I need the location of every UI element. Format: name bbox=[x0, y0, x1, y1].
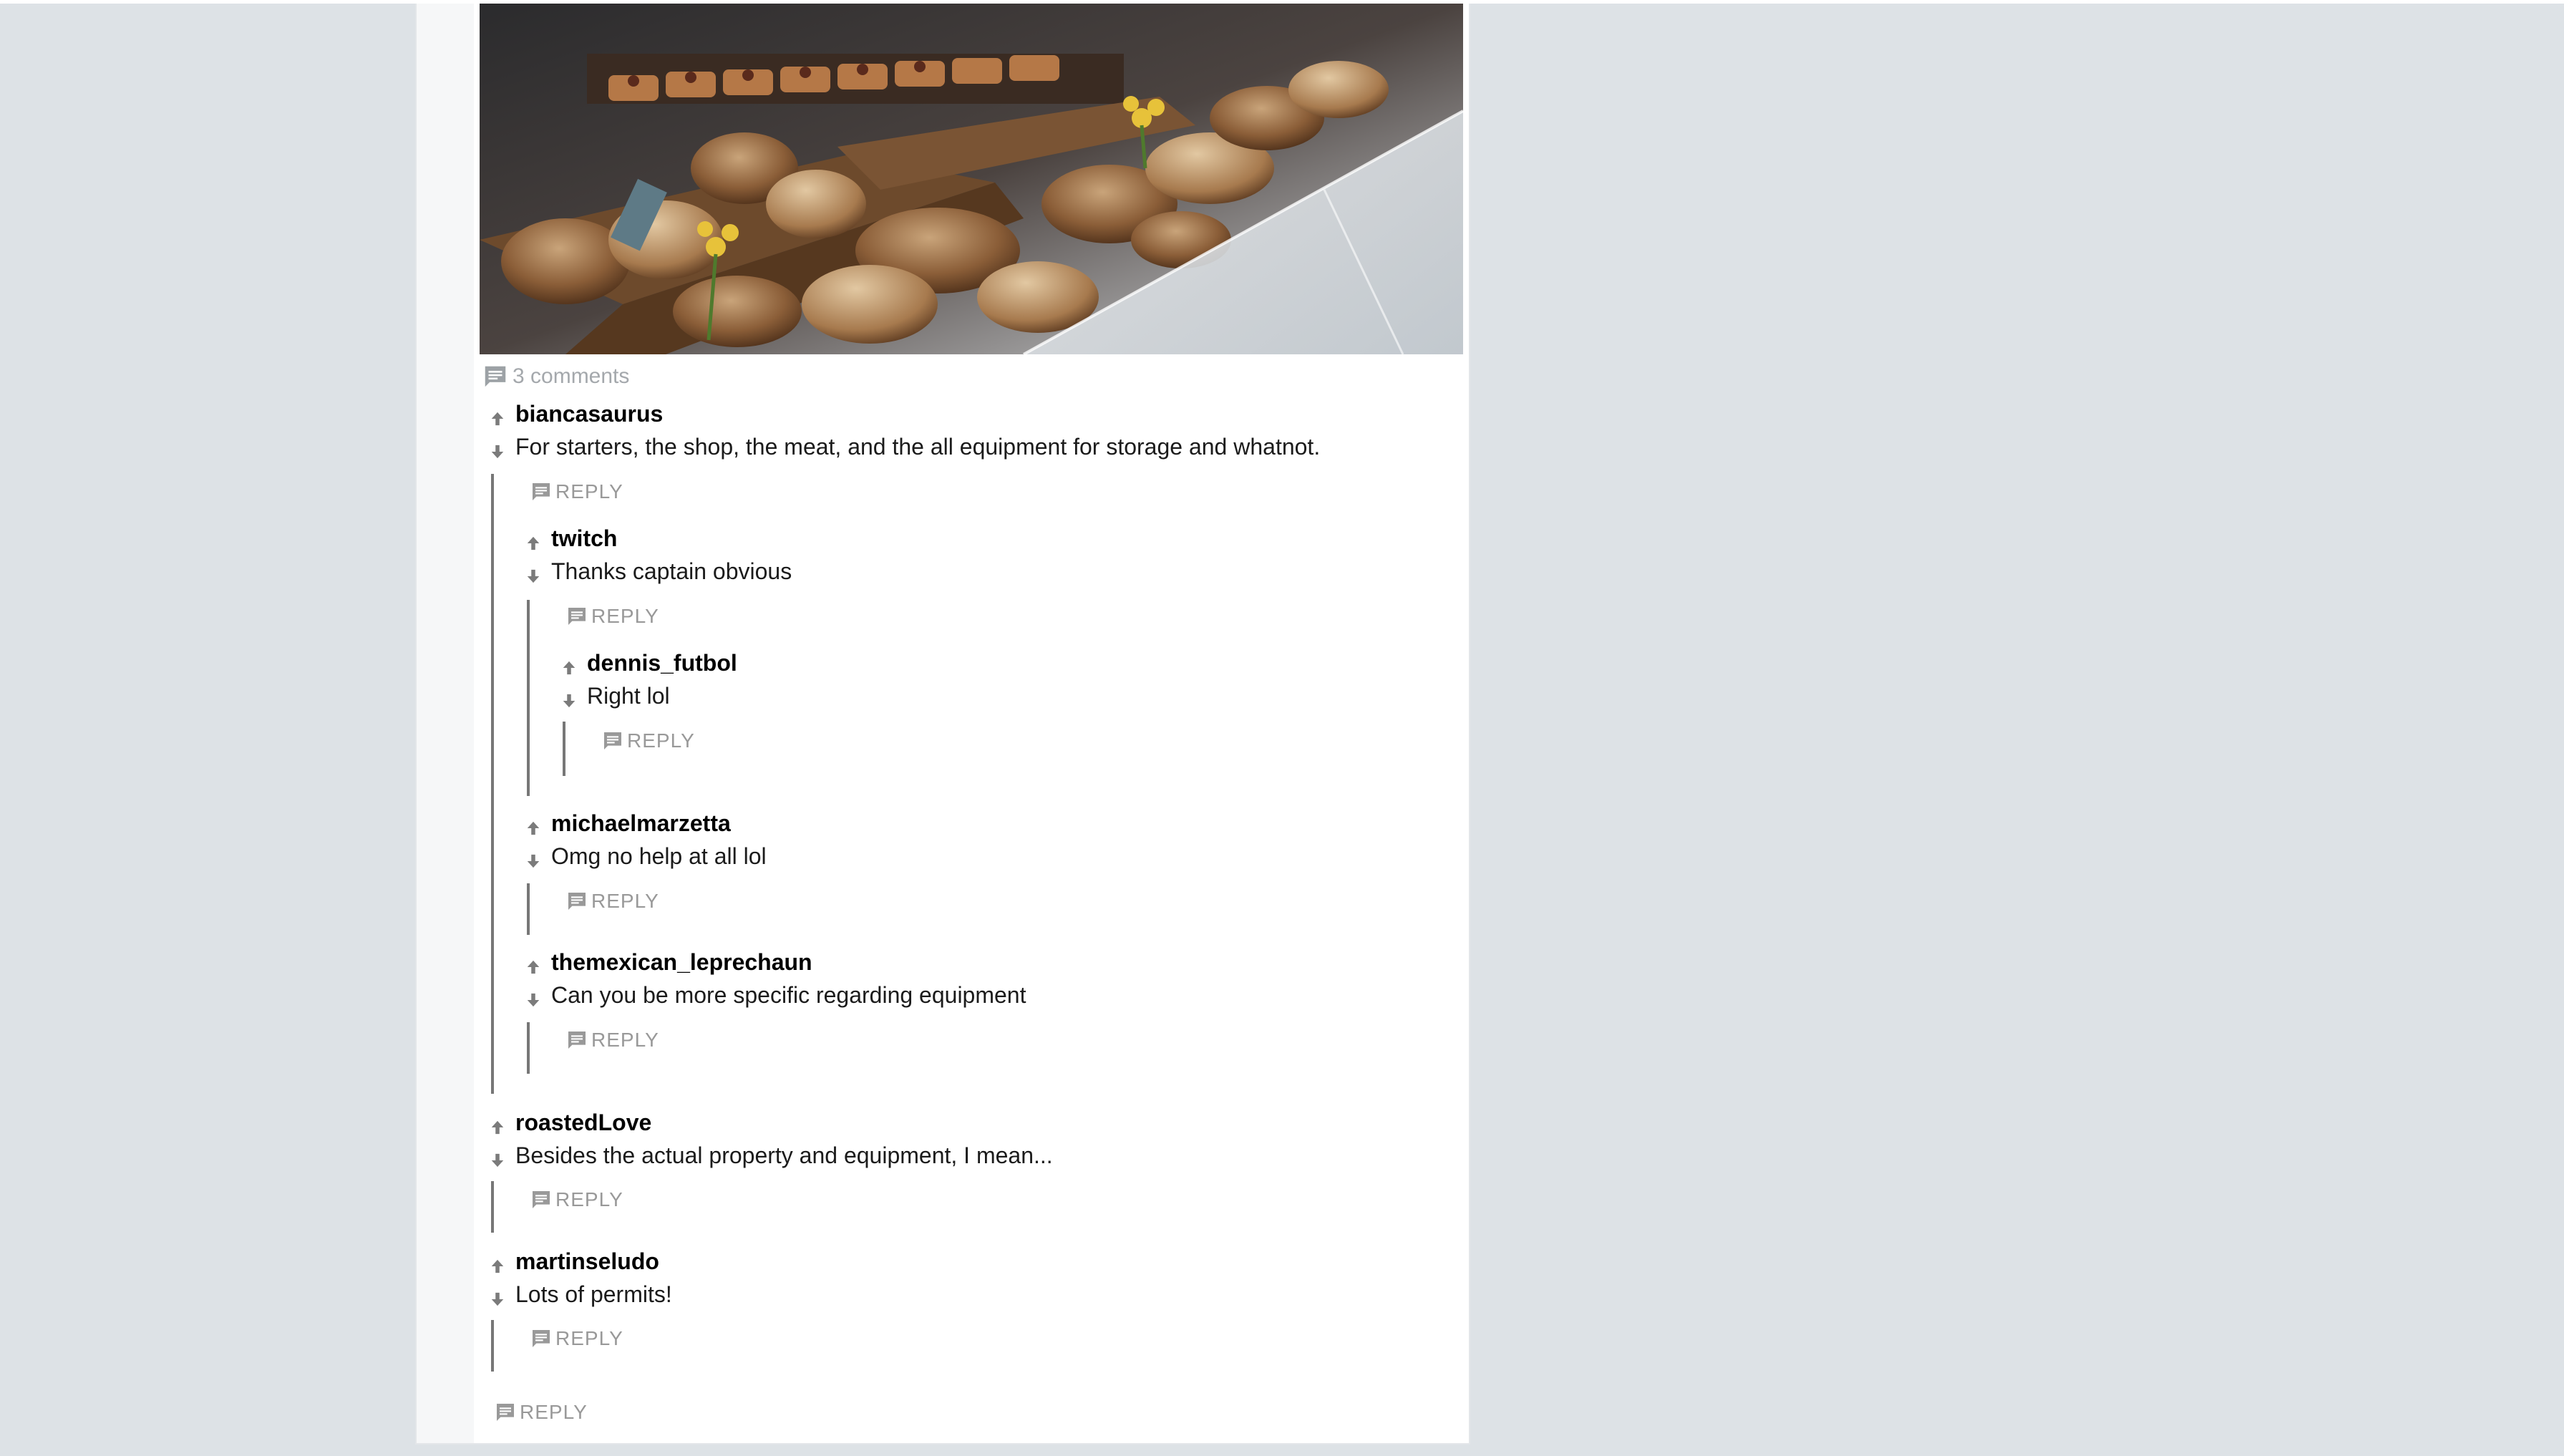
thread-line bbox=[527, 1022, 530, 1074]
arrow-up-icon[interactable] bbox=[525, 959, 541, 975]
arrow-up-icon[interactable] bbox=[525, 535, 541, 551]
reply-icon bbox=[533, 1330, 550, 1347]
comment-text: Right lol bbox=[587, 683, 670, 709]
reply-button[interactable]: REPLY bbox=[528, 1187, 623, 1213]
comments-count[interactable]: 3 comments bbox=[481, 361, 629, 392]
arrow-up-icon[interactable] bbox=[525, 820, 541, 836]
arrow-up-icon[interactable] bbox=[490, 1258, 505, 1274]
thread-line bbox=[527, 883, 530, 935]
comment-text: Omg no help at all lol bbox=[551, 843, 767, 869]
thread-line bbox=[491, 474, 494, 1094]
arrow-down-icon[interactable] bbox=[490, 1291, 505, 1307]
reply-label: REPLY bbox=[627, 729, 695, 752]
reply-label: REPLY bbox=[520, 1401, 588, 1423]
reply-button[interactable]: REPLY bbox=[600, 728, 695, 754]
arrow-down-icon[interactable] bbox=[525, 853, 541, 869]
comment-text: Can you be more specific regarding equip… bbox=[551, 982, 1026, 1008]
post-reply-button[interactable]: REPLY bbox=[492, 1399, 588, 1425]
comment-author[interactable]: michaelmarzetta bbox=[551, 807, 731, 839]
arrow-up-icon[interactable] bbox=[490, 1120, 505, 1135]
comment-author[interactable]: twitch bbox=[551, 523, 617, 554]
reply-icon bbox=[568, 1032, 586, 1049]
arrow-down-icon[interactable] bbox=[490, 444, 505, 460]
arrow-down-icon[interactable] bbox=[525, 992, 541, 1008]
reply-button[interactable]: REPLY bbox=[564, 1027, 659, 1053]
comment-text: Besides the actual property and equipmen… bbox=[515, 1142, 1053, 1168]
reply-icon bbox=[568, 893, 586, 910]
reply-button[interactable]: REPLY bbox=[564, 888, 659, 914]
reply-icon bbox=[533, 483, 550, 500]
comment-author[interactable]: roastedLove bbox=[515, 1107, 651, 1138]
reply-label: REPLY bbox=[591, 605, 659, 627]
reply-icon bbox=[604, 732, 621, 749]
comment-author[interactable]: martinseludo bbox=[515, 1246, 659, 1277]
comment-text: Thanks captain obvious bbox=[551, 558, 792, 584]
arrow-down-icon[interactable] bbox=[490, 1152, 505, 1168]
reply-icon bbox=[533, 1191, 550, 1208]
reply-button[interactable]: REPLY bbox=[564, 603, 659, 629]
arrow-down-icon[interactable] bbox=[561, 693, 577, 709]
arrow-up-icon[interactable] bbox=[490, 411, 505, 427]
comment-icon bbox=[485, 366, 506, 387]
reply-icon bbox=[497, 1404, 514, 1421]
thread-line bbox=[563, 722, 565, 776]
comment-author[interactable]: dennis_futbol bbox=[587, 647, 737, 679]
reply-label: REPLY bbox=[591, 890, 659, 912]
card-left-band bbox=[417, 4, 474, 1443]
thread-line bbox=[491, 1320, 494, 1372]
comment-author[interactable]: biancasaurus bbox=[515, 398, 663, 429]
reply-button[interactable]: REPLY bbox=[528, 479, 623, 505]
reply-label: REPLY bbox=[591, 1029, 659, 1051]
reply-label: REPLY bbox=[555, 1327, 623, 1349]
comment-author[interactable]: themexican_leprechaun bbox=[551, 946, 812, 978]
reply-label: REPLY bbox=[555, 1188, 623, 1210]
comments-count-label: 3 comments bbox=[513, 364, 630, 388]
comment-text: Lots of permits! bbox=[515, 1281, 672, 1307]
reply-label: REPLY bbox=[555, 480, 623, 503]
arrow-up-icon[interactable] bbox=[561, 660, 577, 676]
post-image[interactable] bbox=[480, 4, 1463, 354]
thread-line bbox=[527, 600, 530, 796]
comment-text: For starters, the shop, the meat, and th… bbox=[515, 434, 1321, 460]
reply-icon bbox=[568, 608, 586, 625]
reply-button[interactable]: REPLY bbox=[528, 1326, 623, 1351]
thread-line bbox=[491, 1181, 494, 1233]
arrow-down-icon[interactable] bbox=[525, 568, 541, 584]
